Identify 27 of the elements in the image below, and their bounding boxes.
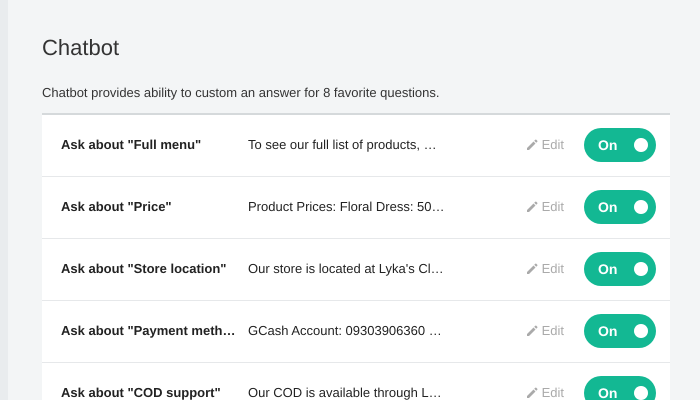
pencil-icon <box>526 387 538 399</box>
pencil-icon <box>526 325 538 337</box>
answer-preview: Our store is located at Lyka's Cl… <box>248 260 445 278</box>
question-label: Ask about "Price" <box>61 198 173 216</box>
toggle-switch[interactable]: On <box>584 128 656 162</box>
question-label: Ask about "Full menu" <box>61 136 202 154</box>
toggle-switch[interactable]: On <box>584 314 656 348</box>
edit-button[interactable]: Edit <box>526 135 564 155</box>
answer-preview: Product Prices: Floral Dress: 50… <box>248 198 446 216</box>
edit-button[interactable]: Edit <box>526 383 564 400</box>
answer-preview: Our COD is available through L… <box>248 384 443 400</box>
question-label: Ask about "COD support" <box>61 384 222 400</box>
page-title: Chatbot <box>42 34 120 62</box>
toggle-switch[interactable]: On <box>584 376 656 400</box>
edit-button[interactable]: Edit <box>526 321 564 341</box>
edit-button[interactable]: Edit <box>526 197 564 217</box>
pencil-icon <box>526 201 538 213</box>
edit-button[interactable]: Edit <box>526 259 564 279</box>
pencil-icon <box>526 139 538 151</box>
page-description: Chatbot provides ability to custom an answer for 8 favorite questions. <box>42 84 440 102</box>
answer-preview: GCash Account: 09303906360 … <box>248 322 443 340</box>
pencil-icon <box>526 263 538 275</box>
question-label: Ask about "Payment meth… <box>61 322 236 340</box>
toggle-switch[interactable]: On <box>584 252 656 286</box>
question-label: Ask about "Store location" <box>61 260 228 278</box>
answer-preview: To see our full list of products, … <box>248 136 438 154</box>
toggle-switch[interactable]: On <box>584 190 656 224</box>
